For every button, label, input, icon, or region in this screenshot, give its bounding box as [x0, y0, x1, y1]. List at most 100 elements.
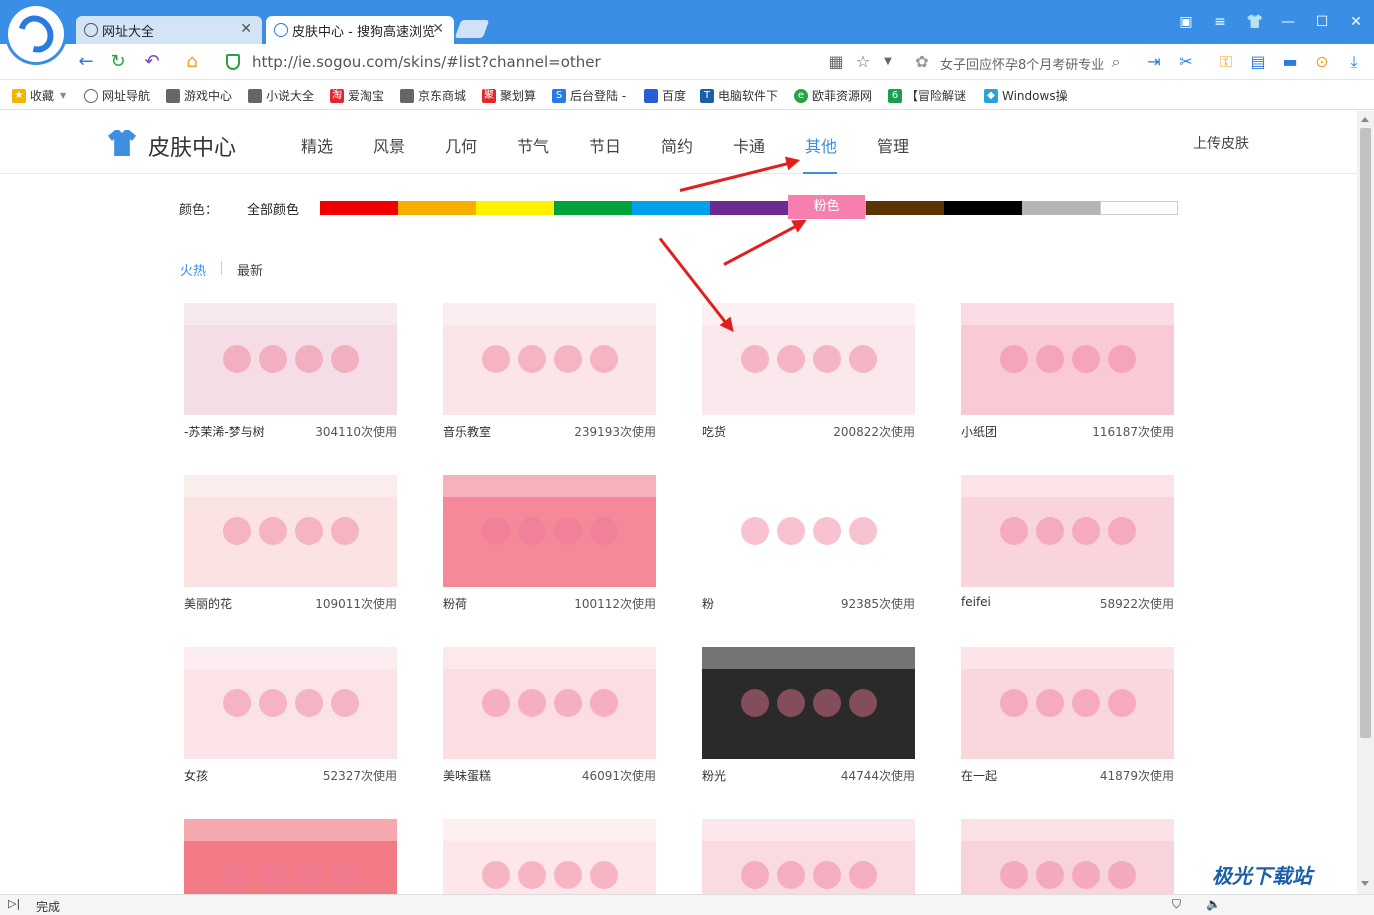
menu-icon[interactable]: ≡	[1208, 10, 1232, 34]
color-swatch[interactable]	[554, 201, 632, 215]
bookmark-item[interactable]: 6 【冒险解谜	[888, 87, 966, 104]
color-swatch[interactable]	[1022, 201, 1100, 215]
skin-card[interactable]: feifei 58922次使用	[961, 475, 1174, 617]
skin-card[interactable]: 小纸团 116187次使用	[961, 303, 1174, 445]
skin-thumbnail[interactable]	[702, 647, 915, 759]
bookmark-item[interactable]: T 电脑软件下	[700, 87, 778, 104]
volume-icon[interactable]: 🔈	[1206, 897, 1221, 911]
skin-card[interactable]: 粉光 44744次使用	[702, 647, 915, 789]
bookmark-item[interactable]: e 欧菲资源网	[794, 87, 872, 104]
login-icon[interactable]: ⇥	[1144, 52, 1164, 72]
translate-icon[interactable]: ▤	[1248, 52, 1268, 72]
scroll-up-icon[interactable]	[1361, 117, 1369, 122]
skin-thumbnail[interactable]	[702, 819, 915, 894]
nav-cartoon[interactable]: 卡通	[733, 133, 765, 157]
skin-card[interactable]: 粉 92385次使用	[702, 475, 915, 617]
scrollbar-thumb[interactable]	[1360, 128, 1371, 738]
window-icon[interactable]: ▬	[1280, 52, 1300, 72]
bookmark-favorites[interactable]: ★ 收藏 ▼	[12, 87, 66, 104]
skin-thumbnail[interactable]	[443, 303, 656, 415]
back-icon[interactable]: ←	[74, 50, 98, 74]
nav-solar-terms[interactable]: 节气	[517, 133, 549, 157]
skin-thumbnail[interactable]	[443, 475, 656, 587]
skin-thumbnail[interactable]	[961, 819, 1174, 894]
color-swatch[interactable]	[320, 201, 398, 215]
color-swatch[interactable]	[476, 201, 554, 215]
skin-card[interactable]: 女孩 52327次使用	[184, 647, 397, 789]
sort-new[interactable]: 最新	[237, 260, 263, 279]
undo-icon[interactable]: ↶	[140, 50, 164, 74]
brand-title[interactable]: 皮肤中心	[148, 130, 236, 162]
skin-name[interactable]: 粉光	[702, 767, 726, 784]
nav-simple[interactable]: 简约	[661, 133, 693, 157]
skin-thumbnail[interactable]	[184, 647, 397, 759]
upload-skin-link[interactable]: 上传皮肤	[1193, 133, 1249, 153]
skin-card[interactable]: 美丽的花 109011次使用	[184, 475, 397, 617]
bookmark-item[interactable]: 网址导航	[84, 87, 150, 104]
color-swatch[interactable]	[710, 201, 788, 215]
scrollbar[interactable]	[1357, 111, 1374, 894]
star-icon[interactable]: ☆	[853, 52, 873, 72]
skin-card[interactable]: 音乐教室 239193次使用	[443, 303, 656, 445]
search-icon[interactable]: ⌕	[1106, 52, 1126, 72]
skin-name[interactable]: -苏茉浠-梦与树	[184, 423, 265, 440]
bookmark-item[interactable]: 游戏中心	[166, 87, 232, 104]
sort-hot[interactable]: 火热	[180, 260, 206, 279]
nav-festival[interactable]: 节日	[589, 133, 621, 157]
download-icon[interactable]: ⤓	[1344, 52, 1364, 72]
url-input[interactable]: http://ie.sogou.com/skins/#list?channel=…	[252, 53, 601, 71]
skin-thumbnail[interactable]	[961, 647, 1174, 759]
tab-home[interactable]: 网址大全 ✕	[76, 16, 262, 44]
skin-thumbnail[interactable]	[702, 303, 915, 415]
skin-thumbnail[interactable]	[184, 819, 397, 894]
color-swatch[interactable]	[398, 201, 476, 215]
bookmark-item[interactable]: 聚聚划算	[482, 87, 536, 104]
panel-icon[interactable]: ▷|	[8, 897, 20, 910]
nav-scenery[interactable]: 风景	[373, 133, 405, 157]
skin-thumbnail[interactable]	[961, 303, 1174, 415]
color-swatch[interactable]	[866, 201, 944, 215]
maximize-button[interactable]: ☐	[1310, 10, 1334, 34]
skin-name[interactable]: 吃货	[702, 423, 726, 440]
skin-name[interactable]: 在一起	[961, 767, 997, 784]
skin-card[interactable]: 粉荷 100112次使用	[443, 475, 656, 617]
nav-featured[interactable]: 精选	[301, 133, 333, 157]
home-icon[interactable]: ⌂	[180, 50, 204, 74]
skin-name[interactable]: 美味蛋糕	[443, 767, 491, 784]
all-colors-filter[interactable]: 全部颜色	[247, 199, 299, 218]
color-swatch[interactable]	[632, 201, 710, 215]
bookmark-item[interactable]: 🐾 百度	[644, 87, 686, 104]
nav-other[interactable]: 其他	[805, 133, 837, 157]
skin-card[interactable]	[443, 819, 656, 894]
close-icon[interactable]: ✕	[432, 21, 444, 37]
skin-name[interactable]: 粉	[702, 595, 714, 612]
skin-name[interactable]: 粉荷	[443, 595, 467, 612]
chevron-down-icon[interactable]: ▼	[878, 52, 898, 72]
bookmark-item[interactable]: 淘爱淘宝	[330, 87, 384, 104]
nav-geometry[interactable]: 几何	[445, 133, 477, 157]
skin-icon[interactable]: 👕	[1243, 10, 1267, 34]
tab-skins[interactable]: 皮肤中心 - 搜狗高速浏览 ✕	[266, 16, 454, 44]
skin-name[interactable]: 音乐教室	[443, 423, 491, 440]
skin-thumbnail[interactable]	[443, 819, 656, 894]
scroll-down-icon[interactable]	[1361, 881, 1369, 886]
refresh-icon[interactable]: ↻	[106, 50, 130, 74]
bookmark-item[interactable]: 京东商城	[400, 87, 466, 104]
color-swatch[interactable]	[1100, 201, 1178, 215]
more-icon[interactable]: ⊙	[1312, 52, 1332, 72]
new-tab-button[interactable]	[454, 20, 490, 38]
skin-name[interactable]: 小纸团	[961, 423, 997, 440]
security-icon[interactable]: ⛉	[1172, 897, 1181, 912]
scissors-icon[interactable]: ✂	[1176, 52, 1196, 72]
skin-card[interactable]	[702, 819, 915, 894]
skin-card[interactable]	[184, 819, 397, 894]
close-window-button[interactable]: ✕	[1344, 10, 1368, 34]
skin-card[interactable]: 在一起 41879次使用	[961, 647, 1174, 789]
close-icon[interactable]: ✕	[240, 21, 252, 37]
skin-thumbnail[interactable]	[443, 647, 656, 759]
skin-name[interactable]: 女孩	[184, 767, 208, 784]
skin-card[interactable]	[961, 819, 1174, 894]
sidebar-icon[interactable]: ▣	[1174, 10, 1198, 34]
skin-thumbnail[interactable]	[184, 475, 397, 587]
bookmark-item[interactable]: ◆ Windows操	[984, 87, 1068, 104]
